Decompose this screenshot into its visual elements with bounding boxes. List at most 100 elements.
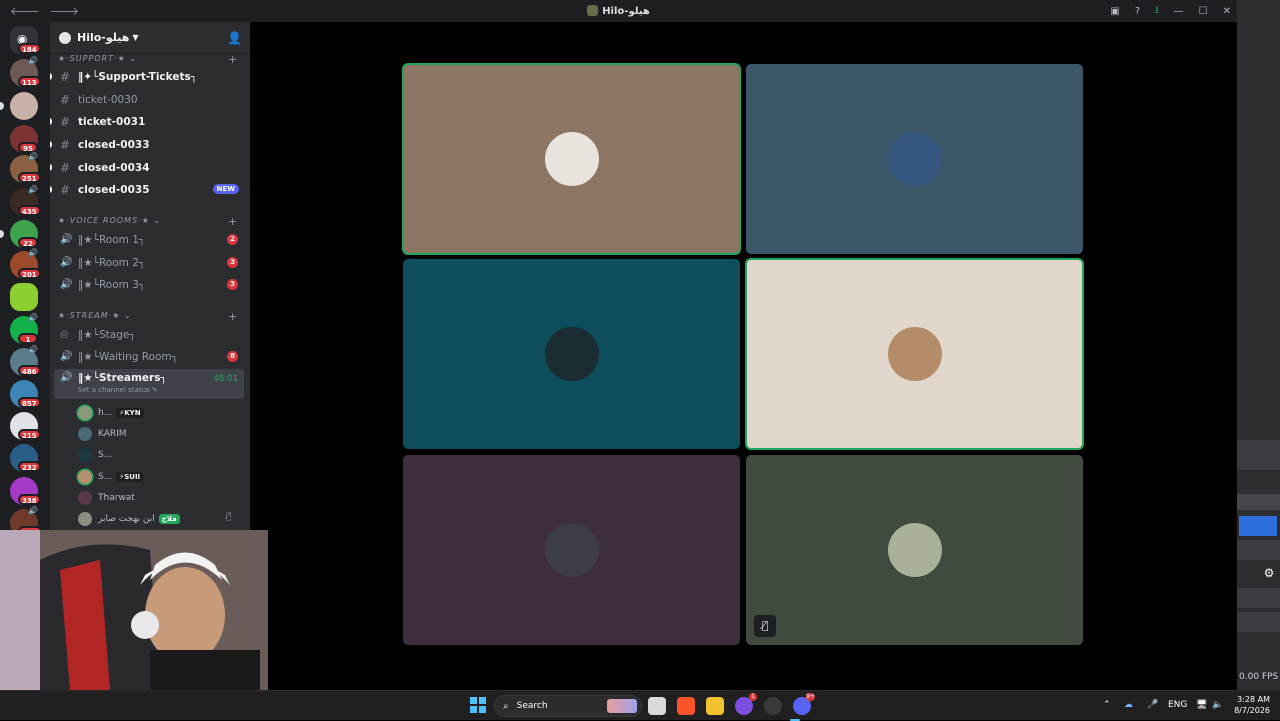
member-name: ابن بهجت صابر xyxy=(98,514,155,524)
server-icon[interactable] xyxy=(0,92,38,120)
category-voice-rooms[interactable]: ★·VOICE ROOMS·★ ⌄ + xyxy=(58,215,237,228)
task-view-icon[interactable] xyxy=(648,697,666,715)
obs-panel-block xyxy=(1237,440,1280,470)
avatar xyxy=(78,448,92,462)
volume-icon[interactable]: 🔈 xyxy=(1212,700,1223,710)
server-icon[interactable]: 215 xyxy=(10,412,41,440)
voice-channel-room-3[interactable]: 🔊 ‖★└Room 3┐ 3 xyxy=(54,274,244,295)
channel-support-tickets[interactable]: # ‖✦└Support-Tickets┐ xyxy=(50,66,244,87)
plus-icon[interactable]: + xyxy=(228,310,238,323)
participant-tile[interactable] xyxy=(403,259,740,449)
participant-tile[interactable]: 🎙̸ xyxy=(746,455,1083,645)
download-icon[interactable]: ⭳ xyxy=(1155,3,1159,20)
channel-status-field[interactable]: Set a channel status ✎ xyxy=(78,386,158,394)
maximize-button[interactable]: ☐ xyxy=(1199,6,1208,17)
stage-channel[interactable]: ◎ ‖★└Stage┐ xyxy=(54,324,244,345)
obs-panel-row[interactable] xyxy=(1237,588,1280,608)
server-icon[interactable]: 857 xyxy=(10,380,41,408)
mic-muted-icon: 🎙̸ xyxy=(226,512,232,522)
obs-icon[interactable] xyxy=(764,697,782,715)
inbox-icon[interactable]: ▣ xyxy=(1110,6,1119,17)
server-icon xyxy=(587,5,599,16)
cloud-icon[interactable]: ☁ xyxy=(1124,700,1133,710)
channel-label: ‖★└Room 3┐ xyxy=(78,278,146,291)
voice-channel-room-1[interactable]: 🔊 ‖★└Room 1┐ 2 xyxy=(54,229,244,250)
obs-panel-header xyxy=(1237,494,1280,510)
taskbar-clock[interactable]: 3:28 AM 8/7/2026 xyxy=(1232,694,1270,716)
clan-tag: ⚡KYN xyxy=(116,408,144,418)
stage-icon: ◎ xyxy=(60,329,69,340)
channel-label: ‖★└Room 1┐ xyxy=(78,233,146,246)
category-stream[interactable]: ★·STREAM·★ ⌄ + xyxy=(58,310,237,323)
file-explorer-icon[interactable] xyxy=(706,697,724,715)
windows-start-icon[interactable] xyxy=(470,697,486,713)
server-icon[interactable]: 🔊 251 xyxy=(10,152,41,183)
help-icon[interactable]: ? xyxy=(1135,6,1140,17)
participant-tile[interactable] xyxy=(403,455,740,645)
server-header[interactable]: Hilo-هيلو ▼ 👤 xyxy=(50,22,250,54)
voice-channel-streamers[interactable]: 🔊 ‖★└Streamers┐ 48:01 Set a channel stat… xyxy=(54,369,244,399)
obs-panel-row[interactable] xyxy=(1237,612,1280,632)
server-icon[interactable] xyxy=(10,283,38,311)
brave-browser-icon[interactable] xyxy=(677,697,695,715)
user-count-badge: 8 xyxy=(227,351,238,362)
mention-badge: 338 xyxy=(18,494,41,505)
voice-member[interactable]: h... ⚡KYN xyxy=(78,403,144,423)
windows-taskbar: ⌕ Search 1 9+ ⌃ ☁ 🎤 ENG 🖥 🔈 3:28 AM 8/7/… xyxy=(0,690,1280,721)
channel-closed-0033[interactable]: # closed-0033 xyxy=(50,134,244,155)
server-icon[interactable]: 🔊 201 xyxy=(10,248,41,279)
voice-member[interactable]: Tharwat xyxy=(78,488,135,508)
participant-tile[interactable] xyxy=(402,63,741,255)
new-badge: NEW xyxy=(212,184,239,194)
user-count-badge: 2 xyxy=(227,234,238,245)
server-icon[interactable]: 338 xyxy=(10,477,41,505)
unread-dot xyxy=(50,186,52,193)
channel-label: ‖★└Waiting Room┐ xyxy=(78,350,178,363)
server-boost-icon xyxy=(59,31,71,44)
voice-channel-room-2[interactable]: 🔊 ‖★└Room 2┐ 3 xyxy=(54,252,244,273)
messenger-icon[interactable]: 1 xyxy=(735,693,757,715)
mention-badge: 215 xyxy=(18,429,41,440)
minimize-button[interactable]: — xyxy=(1174,6,1184,17)
microphone-icon[interactable]: 🎤 xyxy=(1147,700,1158,710)
speaker-icon: 🔊 xyxy=(28,506,38,515)
close-button[interactable]: ✕ xyxy=(1223,6,1231,17)
unread-dot xyxy=(50,73,52,80)
participant-tile[interactable] xyxy=(746,64,1083,254)
invite-people-icon[interactable]: 👤 xyxy=(227,31,242,45)
plus-icon[interactable]: + xyxy=(228,215,238,228)
discord-home-icon[interactable]: ◉ 184 xyxy=(10,26,41,54)
category-support[interactable]: ★·SUPPORT·★ ⌄ + xyxy=(58,53,237,66)
category-label: ★·VOICE ROOMS·★ xyxy=(58,216,150,225)
channel-closed-0035[interactable]: # closed-0035 NEW xyxy=(50,179,244,200)
channel-ticket-0031[interactable]: # ticket-0031 xyxy=(50,111,244,132)
server-icon[interactable]: 🔊 1 xyxy=(10,313,38,344)
channel-closed-0034[interactable]: # closed-0034 xyxy=(50,157,244,178)
chevron-up-icon[interactable]: ⌃ xyxy=(1103,700,1111,710)
server-icon[interactable]: 🔊 435 xyxy=(10,185,41,216)
taskbar-search[interactable]: ⌕ Search xyxy=(494,695,642,717)
voice-member[interactable]: ابن بهجت صابر فلاح 🎙̸ xyxy=(78,509,248,529)
voice-member[interactable]: S... ⚡SUII xyxy=(78,467,144,487)
plus-icon[interactable]: + xyxy=(228,53,238,66)
network-icon[interactable]: 🖥 xyxy=(1196,700,1207,710)
arrow-right-icon[interactable]: 🡒 xyxy=(50,4,80,18)
arrow-left-icon[interactable]: 🡐 xyxy=(10,4,40,18)
voice-member[interactable]: S... xyxy=(78,445,112,465)
member-name: h... xyxy=(98,408,113,418)
voice-channel-waiting-room[interactable]: 🔊 ‖★└Waiting Room┐ 8 xyxy=(54,346,244,367)
participant-tile[interactable] xyxy=(745,258,1084,450)
obs-panel-row[interactable] xyxy=(1237,540,1280,560)
obs-selected-item[interactable] xyxy=(1239,516,1277,536)
discord-icon[interactable]: 9+ xyxy=(793,693,815,715)
language-indicator[interactable]: ENG xyxy=(1168,700,1187,710)
server-icon[interactable]: 232 xyxy=(10,444,41,472)
server-icon[interactable]: 🔊 486 xyxy=(10,345,41,376)
server-icon[interactable]: 95 xyxy=(10,125,38,153)
voice-member[interactable]: KARIM xyxy=(78,424,127,444)
avatar xyxy=(888,132,942,186)
gear-icon[interactable]: ⚙ xyxy=(1261,566,1277,582)
server-icon[interactable]: 22 xyxy=(0,220,38,248)
server-icon[interactable]: 🔊 113 xyxy=(10,56,41,87)
channel-ticket-0030[interactable]: # ticket-0030 xyxy=(54,89,244,110)
